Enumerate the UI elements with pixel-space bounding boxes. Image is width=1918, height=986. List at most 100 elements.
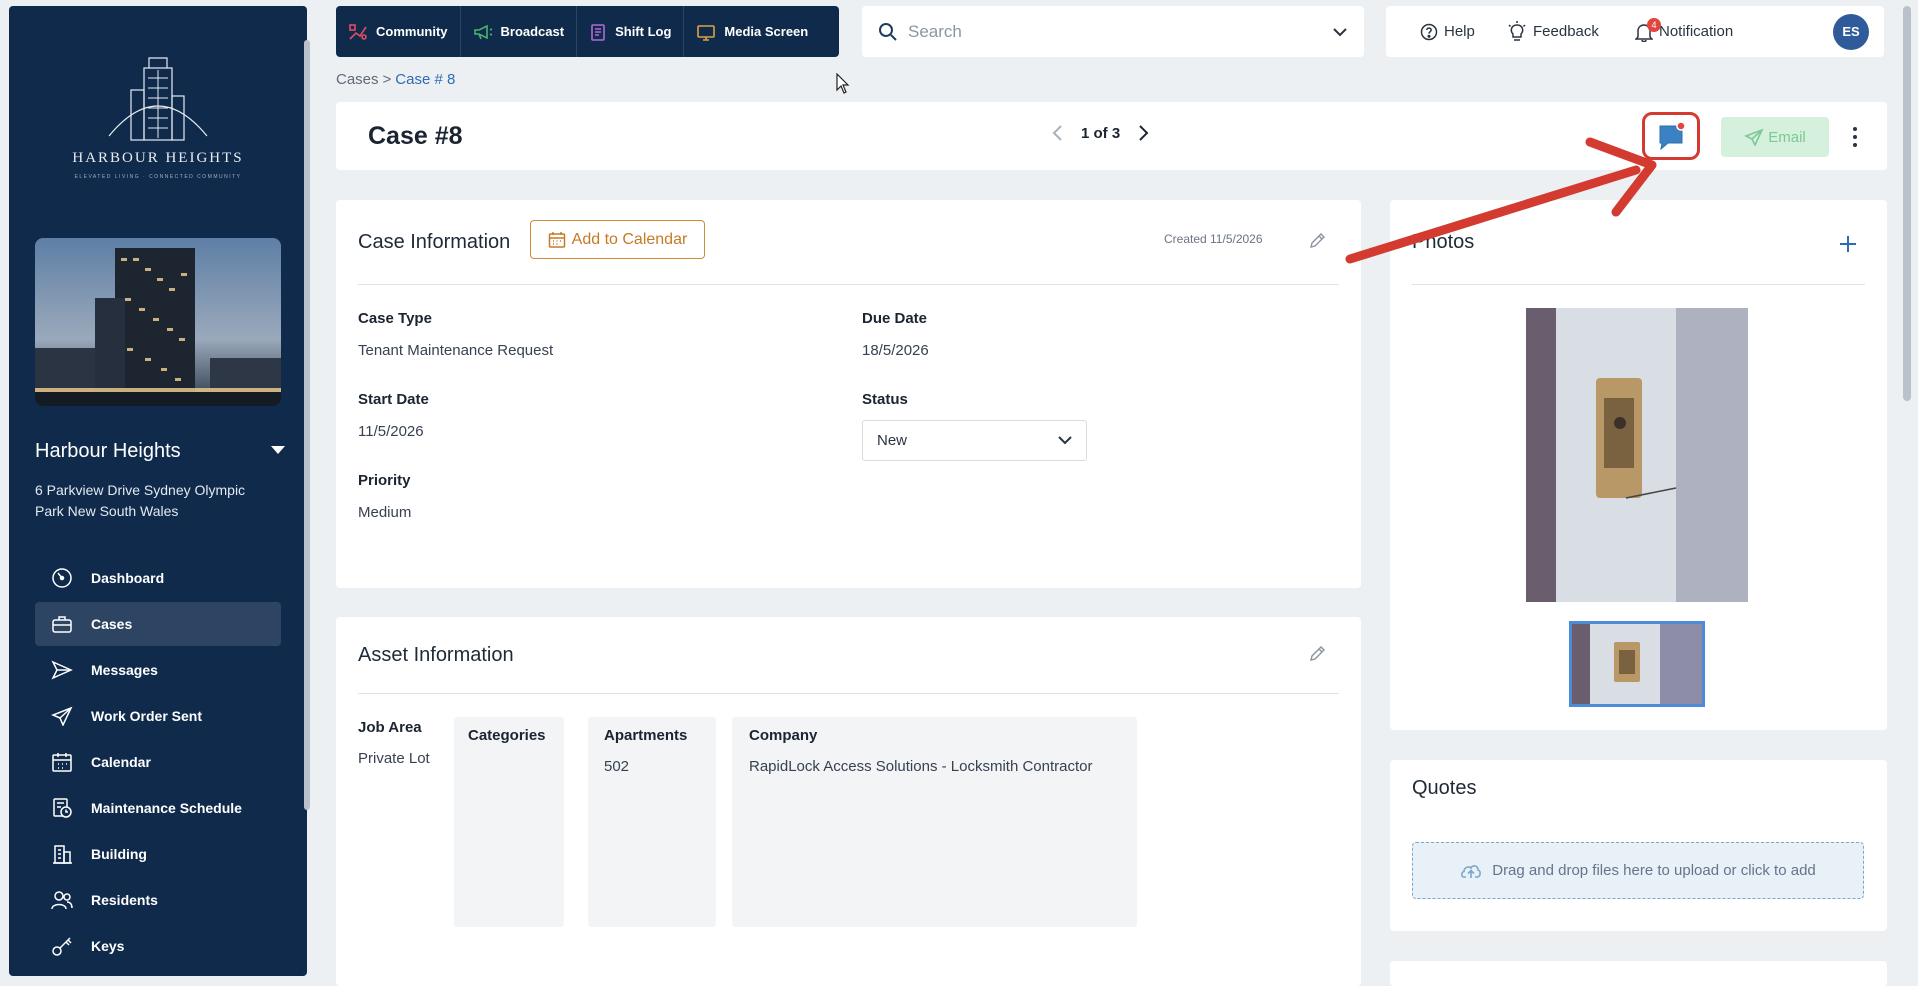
company-value: RapidLock Access Solutions - Locksmith C… <box>749 758 1093 775</box>
sidebar-item-residents[interactable]: Residents <box>35 878 281 922</box>
pager-text: 1 of 3 <box>1081 124 1121 142</box>
help-icon <box>1420 23 1438 40</box>
email-label: Email <box>1768 128 1806 146</box>
chevron-down-icon <box>1058 436 1072 445</box>
avatar[interactable]: ES <box>1833 14 1869 50</box>
status-label: Status <box>862 391 908 408</box>
paper-plane-icon <box>49 705 75 727</box>
sidebar-item-keys[interactable]: Keys <box>35 924 281 968</box>
lightbulb-icon <box>1508 20 1526 41</box>
brand-tagline: ELEVATED LIVING · CONNECTED COMMUNITY <box>74 174 242 180</box>
breadcrumb-current[interactable]: Case # 8 <box>395 71 455 88</box>
job-area-value: Private Lot <box>358 750 430 767</box>
residents-icon <box>49 889 75 911</box>
key-icon <box>49 935 75 957</box>
quick-link-label: Community <box>376 24 448 39</box>
dropzone-text: Drag and drop files here to upload or cl… <box>1492 862 1816 879</box>
utility-bar: Help Feedback 4 Notification ES <box>1386 6 1884 57</box>
chat-button[interactable] <box>1642 112 1700 160</box>
add-to-calendar-button[interactable]: Add to Calendar <box>530 220 705 259</box>
sidebar-item-label: Building <box>91 846 147 862</box>
briefcase-icon <box>49 613 75 635</box>
sidebar-item-maintenance-schedule[interactable]: Maintenance Schedule <box>35 786 281 830</box>
status-value: New <box>877 432 908 449</box>
edit-pencil-icon[interactable] <box>1308 645 1326 663</box>
megaphone-icon <box>473 24 492 39</box>
case-information-heading: Case Information <box>358 231 511 253</box>
chevron-right-icon[interactable] <box>1138 124 1150 142</box>
asset-information-card: Asset Information Job Area Private Lot C… <box>336 617 1361 986</box>
photo-preview[interactable] <box>1526 308 1748 602</box>
quick-links-bar: Community Broadcast Shift Log Media Scre… <box>336 6 839 57</box>
schedule-icon <box>49 797 75 819</box>
sidebar-item-dashboard[interactable]: Dashboard <box>35 556 281 600</box>
sidebar-item-label: Maintenance Schedule <box>91 800 242 816</box>
sidebar-item-work-order-sent[interactable]: Work Order Sent <box>35 694 281 738</box>
add-photo-icon[interactable] <box>1838 234 1858 254</box>
priority-label: Priority <box>358 472 411 489</box>
page-scrollbar[interactable] <box>1903 6 1911 401</box>
apartments-label: Apartments <box>604 727 688 744</box>
notification-link[interactable]: 4 Notification <box>1635 6 1733 57</box>
due-date-label: Due Date <box>862 310 928 327</box>
notification-label: Notification <box>1659 23 1734 40</box>
apartments-value: 502 <box>604 758 630 775</box>
search-input[interactable]: Search <box>908 22 1332 42</box>
quick-link-label: Shift Log <box>615 24 672 39</box>
file-dropzone[interactable]: Drag and drop files here to upload or cl… <box>1412 842 1864 899</box>
status-select[interactable]: New <box>862 420 1087 461</box>
quick-link-label: Broadcast <box>500 24 565 39</box>
quick-link-community[interactable]: Community <box>336 6 461 57</box>
edit-pencil-icon[interactable] <box>1308 232 1326 250</box>
calendar-icon <box>49 751 75 773</box>
help-link[interactable]: Help <box>1420 6 1475 57</box>
start-date-label: Start Date <box>358 391 429 408</box>
apartments-column: Apartments 502 <box>588 717 716 927</box>
cloud-upload-icon <box>1461 864 1482 878</box>
divider <box>358 284 1339 285</box>
more-options-icon[interactable] <box>1852 126 1858 148</box>
categories-label: Categories <box>468 727 546 744</box>
chevron-down-icon[interactable] <box>1332 27 1348 37</box>
sidebar-item-label: Messages <box>91 662 158 678</box>
email-button[interactable]: Email <box>1721 117 1829 157</box>
building-logo-icon <box>108 57 208 141</box>
chevron-left-icon[interactable] <box>1051 124 1063 142</box>
sidebar-scrollbar[interactable] <box>304 40 310 810</box>
mouse-cursor-icon <box>836 73 850 94</box>
page-title: Case #8 <box>368 122 463 150</box>
sidebar-item-messages[interactable]: Messages <box>35 648 281 692</box>
annotation-highlight-ring <box>1642 112 1700 160</box>
community-icon <box>349 23 367 40</box>
feedback-label: Feedback <box>1533 23 1599 40</box>
paper-plane-icon <box>1744 128 1764 146</box>
calendar-icon <box>548 231 565 248</box>
building-name[interactable]: Harbour Heights <box>35 440 181 463</box>
due-date-value: 18/5/2026 <box>862 342 929 359</box>
search-bar[interactable]: Search <box>862 6 1364 57</box>
breadcrumb-root[interactable]: Cases <box>336 71 379 88</box>
sidebar: HARBOUR HEIGHTS ELEVATED LIVING · CONNEC… <box>9 6 307 976</box>
sidebar-item-label: Keys <box>91 938 125 954</box>
categories-column: Categories <box>454 717 564 927</box>
sidebar-item-label: Calendar <box>91 754 151 770</box>
building-dropdown-caret-icon[interactable] <box>271 446 285 454</box>
created-date: Created 11/5/2026 <box>1164 232 1263 246</box>
job-area-label: Job Area <box>358 719 422 736</box>
start-date-value: 11/5/2026 <box>358 423 424 440</box>
photo-thumbnail[interactable] <box>1569 621 1705 707</box>
quick-link-label: Media Screen <box>724 24 809 39</box>
feedback-link[interactable]: Feedback <box>1507 6 1599 57</box>
quick-link-broadcast[interactable]: Broadcast <box>461 6 578 57</box>
sidebar-item-calendar[interactable]: Calendar <box>35 740 281 784</box>
quotes-heading: Quotes <box>1412 777 1477 799</box>
brand-logo[interactable]: HARBOUR HEIGHTS ELEVATED LIVING · CONNEC… <box>9 6 307 196</box>
next-card <box>1390 961 1887 986</box>
sidebar-item-cases[interactable]: Cases <box>35 602 281 646</box>
quick-link-shift-log[interactable]: Shift Log <box>577 6 685 57</box>
photos-card: Photos <box>1390 200 1887 730</box>
photos-heading: Photos <box>1412 231 1475 253</box>
sidebar-item-building[interactable]: Building <box>35 832 281 876</box>
quick-link-media-screen[interactable]: Media Screen <box>684 6 820 57</box>
sidebar-item-label: Dashboard <box>91 570 165 586</box>
